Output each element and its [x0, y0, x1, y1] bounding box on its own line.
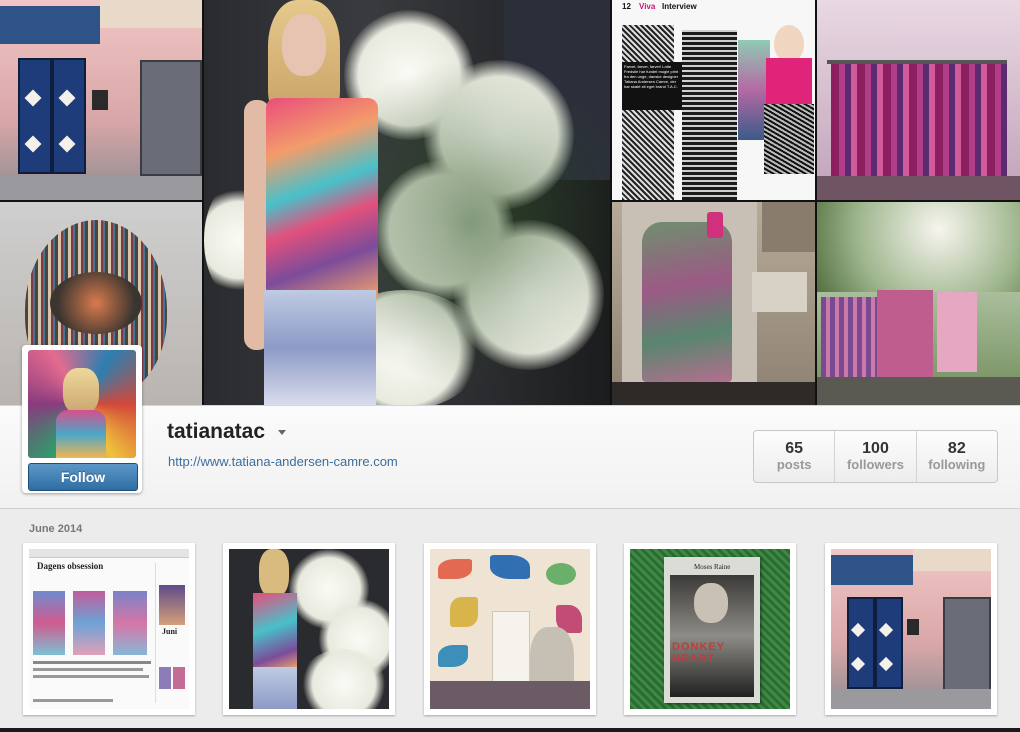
post-image: Moses Raine DONKEY HEART	[630, 549, 790, 709]
stat-posts[interactable]: 65 posts	[754, 431, 836, 482]
bottom-edge	[0, 728, 1020, 732]
awning	[0, 6, 100, 44]
feed-month-heading: June 2014	[29, 523, 83, 535]
stat-following-count: 82	[947, 440, 966, 457]
post-thumbnail-doors[interactable]	[825, 543, 997, 715]
post-image	[430, 549, 590, 709]
profile-username[interactable]: tatianatac	[167, 420, 265, 444]
blog-post-heading: Dagens obsession	[37, 561, 104, 571]
magazine-column: Interview	[662, 2, 697, 11]
username-dropdown-caret-icon[interactable]	[278, 430, 286, 435]
post-thumbnail-blog[interactable]: Dagens obsession Juni	[23, 543, 195, 715]
post-thumbnail-studio-painting[interactable]	[424, 543, 596, 715]
stat-following[interactable]: 82 following	[917, 431, 997, 482]
collage-photo-clothes-rack[interactable]	[817, 0, 1020, 200]
stat-following-label: following	[928, 457, 986, 472]
post-image: Dagens obsession Juni	[29, 549, 189, 709]
blog-aside-label: Juni	[162, 627, 178, 636]
collage-photo-doors[interactable]	[0, 0, 202, 200]
post-image	[229, 549, 389, 709]
follow-button[interactable]: Follow	[28, 463, 138, 491]
stat-followers[interactable]: 100 followers	[835, 431, 917, 482]
avatar-card: Follow	[22, 345, 142, 493]
stat-followers-label: followers	[846, 457, 905, 472]
book-title: DONKEY HEART	[672, 641, 725, 665]
collage-photo-model-flowers[interactable]	[204, 0, 610, 405]
stat-posts-label: posts	[776, 457, 812, 472]
post-thumbnail-book[interactable]: Moses Raine DONKEY HEART	[624, 543, 796, 715]
profile-header-collage: 12 Viva Interview Farvet, farver, farver…	[0, 0, 1020, 405]
stat-followers-count: 100	[862, 440, 889, 457]
collage-photo-magazine[interactable]: 12 Viva Interview Farvet, farver, farver…	[612, 0, 815, 200]
avatar[interactable]	[28, 350, 136, 458]
magazine-section: Viva	[639, 2, 656, 11]
book-author: Moses Raine	[694, 563, 731, 571]
collage-photo-mirror-selfie[interactable]	[612, 202, 815, 405]
profile-stats: 65 posts 100 followers 82 following	[753, 430, 998, 483]
magazine-page-number: 12	[622, 2, 631, 11]
collage-photo-garden-prints[interactable]	[817, 202, 1020, 405]
stat-posts-count: 65	[785, 440, 804, 457]
post-image	[831, 549, 991, 709]
magazine-caption: Farvet, farver, farver! Lotte Fredslie h…	[622, 62, 682, 110]
profile-website-link[interactable]: http://www.tatiana-andersen-camre.com	[168, 454, 398, 469]
post-thumbnail-model-flowers[interactable]	[223, 543, 395, 715]
